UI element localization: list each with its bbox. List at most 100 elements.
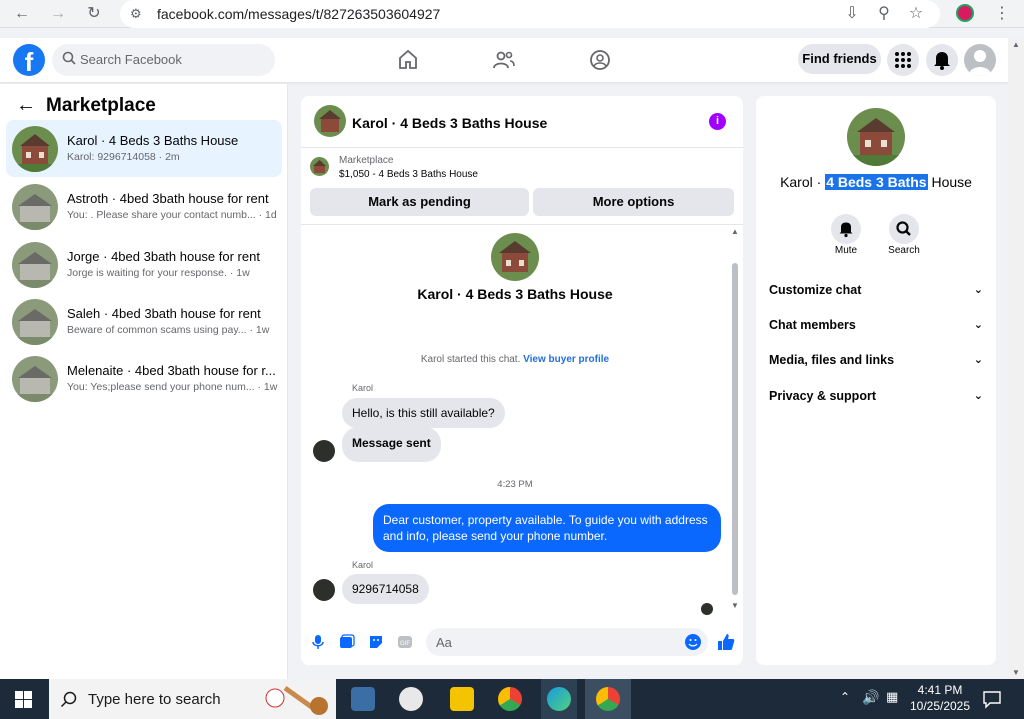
customize-chat-section[interactable]: Customize chat ⌄	[769, 283, 983, 297]
find-friends-button[interactable]: Find friends	[798, 44, 881, 74]
privacy-support-section[interactable]: Privacy & support ⌄	[769, 389, 983, 403]
media-files-links-section[interactable]: Media, files and links ⌄	[769, 353, 983, 367]
chevron-down-icon: ⌄	[973, 319, 983, 331]
info-icon[interactable]: i	[709, 113, 726, 130]
sticker-icon[interactable]	[368, 634, 384, 650]
profile-name: Karol · 4 Beds 3 Baths House	[417, 286, 613, 302]
notification-center-icon[interactable]	[982, 689, 1002, 709]
task-view-icon[interactable]	[351, 687, 375, 711]
mark-as-pending-button[interactable]: Mark as pending	[310, 188, 529, 216]
chat-avatar[interactable]	[314, 105, 346, 137]
conversation-item[interactable]: Astroth · 4bed 3bath house for rent You:…	[6, 178, 282, 235]
install-icon[interactable]: ⇩	[842, 4, 862, 24]
gif-icon[interactable]: GIF	[397, 634, 413, 650]
section-label: Media, files and links	[769, 353, 895, 367]
house-thumbnail	[12, 126, 58, 172]
chrome-icon[interactable]	[596, 687, 620, 711]
sticky-notes-icon[interactable]	[450, 687, 474, 711]
site-settings-icon[interactable]: ⚙	[130, 6, 142, 22]
conversation-item[interactable]: Karol · 4 Beds 3 Baths House Karol: 9296…	[6, 120, 282, 177]
scroll-up-icon[interactable]: ▲	[731, 227, 739, 236]
snipping-tool-icon[interactable]	[399, 687, 423, 711]
conversation-list-panel: ← Marketplace Karol · 4 Beds 3 Baths Hous…	[0, 84, 288, 679]
sent-message-bubble[interactable]: Dear customer, property available. To gu…	[373, 504, 721, 552]
search-input[interactable]: Search Facebook	[52, 44, 275, 76]
bookmark-star-icon[interactable]: ☆	[906, 4, 926, 24]
system-clock[interactable]: 4:41 PM 10/25/2025	[905, 682, 975, 714]
home-icon[interactable]	[396, 48, 420, 72]
thumbs-up-icon[interactable]	[716, 632, 736, 652]
chat-title[interactable]: Karol · 4 Beds 3 Baths House	[352, 115, 547, 131]
chrome-icon[interactable]	[498, 687, 522, 711]
conversation-item[interactable]: Melenaite · 4bed 3bath house for r... Yo…	[6, 350, 282, 407]
taskbar-search-input[interactable]: Type here to search	[49, 679, 336, 719]
sender-avatar[interactable]	[313, 440, 335, 462]
chat-members-section[interactable]: Chat members ⌄	[769, 318, 983, 332]
conversation-preview: Beware of common scams using pay... · 1w	[67, 324, 270, 336]
menu-kebab-icon[interactable]: ⋮	[992, 4, 1012, 24]
windows-taskbar: Type here to search ⌃ 🔊 ▦ 4:41 PM 10/25/…	[0, 679, 1024, 719]
windows-start-icon[interactable]	[15, 691, 32, 708]
conversation-preview: You: Yes;please send your phone num... ·…	[67, 381, 278, 393]
listing-thumbnail	[310, 157, 329, 176]
url-text[interactable]: facebook.com/messages/t/827263503604927	[157, 6, 440, 22]
conversation-item[interactable]: Jorge · 4bed 3bath house for rent Jorge …	[6, 236, 282, 293]
back-arrow-icon[interactable]: ←	[12, 4, 32, 24]
profile-avatar[interactable]	[491, 233, 539, 281]
conversation-name: Saleh · 4bed 3bath house for rent	[67, 306, 261, 321]
edge-icon[interactable]	[547, 687, 571, 711]
selected-text: 4 Beds 3 Baths	[825, 174, 928, 190]
bell-icon	[839, 222, 853, 238]
message-bubble[interactable]: Hello, is this still available?	[342, 398, 505, 428]
profile-icon[interactable]	[955, 4, 975, 24]
volume-icon[interactable]: 🔊	[862, 689, 879, 706]
scroll-thumb[interactable]	[732, 263, 738, 595]
facebook-logo-icon[interactable]: f	[13, 44, 45, 76]
chevron-up-icon[interactable]: ⌃	[840, 690, 850, 704]
sender-name: Karol	[352, 383, 374, 393]
divider	[301, 224, 743, 225]
marketplace-listing[interactable]: Marketplace $1,050 - 4 Beds 3 Baths Hous…	[301, 149, 743, 186]
scroll-up-icon[interactable]: ▲	[1012, 40, 1020, 49]
mute-button[interactable]	[831, 214, 861, 244]
chevron-down-icon: ⌄	[973, 354, 983, 366]
more-options-button[interactable]: More options	[533, 188, 734, 216]
emoji-icon[interactable]	[684, 633, 702, 651]
forward-arrow-icon[interactable]: →	[48, 4, 68, 24]
baseball-decoration-icon	[265, 685, 328, 715]
page-scrollbar[interactable]: ▲ ▼	[1008, 38, 1024, 679]
mute-label: Mute	[834, 245, 858, 256]
microphone-icon[interactable]	[310, 634, 326, 650]
profile-name: Karol · 4 Beds 3 Baths House	[756, 174, 996, 190]
search-in-chat-button[interactable]	[889, 214, 919, 244]
photo-icon[interactable]	[339, 634, 355, 650]
address-bar[interactable]: ⚙ facebook.com/messages/t/82726350360492…	[120, 0, 940, 28]
chat-started-notice: Karol started this chat. View buyer prof…	[301, 354, 729, 365]
profile-avatar[interactable]	[847, 108, 905, 166]
account-avatar[interactable]	[964, 44, 996, 76]
menu-grid-icon[interactable]	[887, 44, 919, 76]
search-icon	[60, 691, 77, 708]
chat-panel: Karol · 4 Beds 3 Baths House i Marketpla…	[301, 96, 743, 665]
groups-icon[interactable]	[588, 48, 612, 72]
clock-time: 4:41 PM	[917, 683, 963, 697]
search-icon	[896, 221, 911, 236]
message-bubble[interactable]: Message sent	[342, 427, 441, 462]
message-input[interactable]: Aa	[426, 628, 708, 656]
message-bubble[interactable]: 9296714058	[342, 574, 429, 604]
page-title: Marketplace	[46, 95, 156, 116]
back-arrow-icon[interactable]: ←	[16, 94, 36, 116]
conversation-item[interactable]: Saleh · 4bed 3bath house for rent Beware…	[6, 293, 282, 350]
view-buyer-profile-link[interactable]: View buyer profile	[523, 354, 609, 365]
conversation-name: Karol · 4 Beds 3 Baths House	[67, 133, 239, 148]
chat-scrollbar[interactable]: ▲ ▼	[731, 227, 739, 613]
zoom-icon[interactable]: ⚲	[874, 4, 894, 24]
network-icon[interactable]: ▦	[886, 689, 898, 705]
reload-icon[interactable]: ↻	[84, 4, 104, 24]
sender-avatar[interactable]	[313, 579, 335, 601]
friends-icon[interactable]	[492, 48, 516, 72]
browser-toolbar: ← → ↻ ⚙ facebook.com/messages/t/82726350…	[0, 0, 1024, 28]
scroll-down-icon[interactable]: ▼	[1012, 668, 1020, 677]
scroll-down-icon[interactable]: ▼	[731, 601, 739, 610]
notifications-bell-icon[interactable]	[926, 44, 958, 76]
